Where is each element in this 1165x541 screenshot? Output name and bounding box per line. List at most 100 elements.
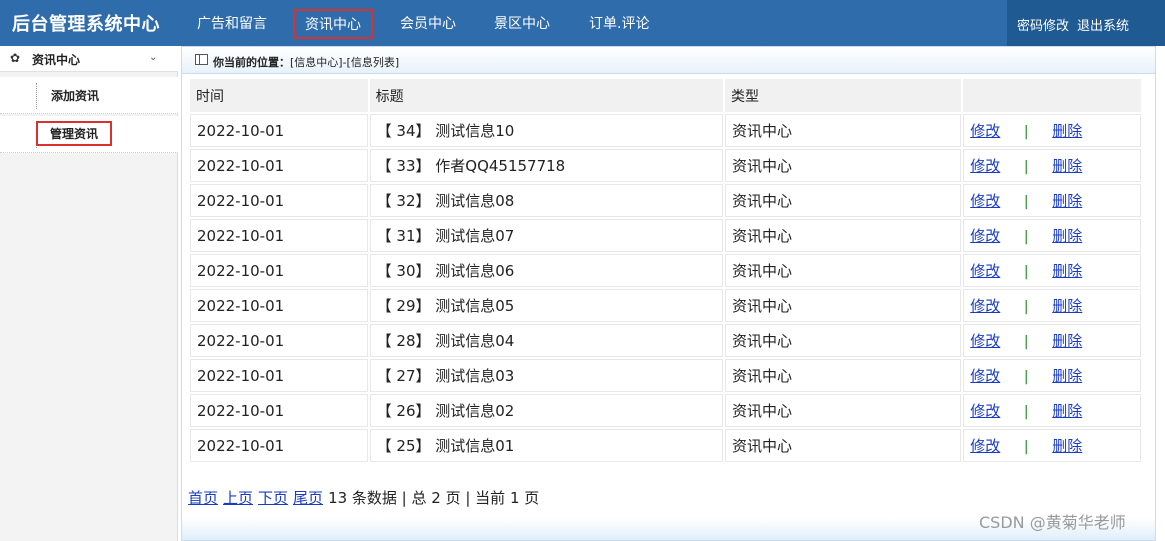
nav-scenic-center[interactable]: 景区中心 [494, 13, 550, 33]
edit-link[interactable]: 修改 [970, 437, 1000, 455]
top-right-actions: 密码修改 退出系统 [1007, 0, 1165, 46]
sidebar-group-label: 资讯中心 [32, 53, 81, 67]
change-password-link[interactable]: 密码修改 [1017, 15, 1069, 34]
cell-actions: 修改 | 删除 [963, 289, 1141, 322]
edit-link[interactable]: 修改 [970, 192, 1000, 210]
breadcrumb: 你当前的位置：[信息中心]-[信息列表] [182, 47, 1155, 74]
action-separator: | [1023, 404, 1029, 420]
delete-link[interactable]: 删除 [1052, 157, 1082, 175]
cell-title: 【 29】 测试信息05 [369, 289, 723, 322]
breadcrumb-prefix: 你当前的位置： [213, 56, 290, 69]
cell-date: 2022-10-01 [190, 114, 368, 147]
delete-link[interactable]: 删除 [1052, 437, 1082, 455]
edit-link[interactable]: 修改 [970, 227, 1000, 245]
cell-actions: 修改 | 删除 [963, 324, 1141, 357]
action-separator: | [1023, 159, 1029, 175]
cell-title: 【 34】 测试信息10 [369, 114, 723, 147]
action-separator: | [1023, 124, 1029, 140]
table-row: 2022-10-01 【 26】 测试信息02 资讯中心 修改 | 删除 [190, 394, 1141, 427]
tree-line [36, 83, 37, 109]
cell-type: 资讯中心 [724, 219, 962, 252]
cell-title: 【 31】 测试信息07 [369, 219, 723, 252]
table-row: 2022-10-01 【 31】 测试信息07 资讯中心 修改 | 删除 [190, 219, 1141, 252]
table-row: 2022-10-01 【 29】 测试信息05 资讯中心 修改 | 删除 [190, 289, 1141, 322]
edit-link[interactable]: 修改 [970, 332, 1000, 350]
cell-title: 【 30】 测试信息06 [369, 254, 723, 287]
pager-last-link[interactable]: 尾页 [293, 489, 323, 507]
cell-type: 资讯中心 [724, 114, 962, 147]
sidebar-item-label: 管理资讯 [36, 121, 113, 146]
cell-type: 资讯中心 [724, 359, 962, 392]
cell-title: 【 25】 测试信息01 [369, 429, 723, 462]
pagination: 首页 上页 下页 尾页 13 条数据 | 总 2 页 | 当前 1 页 [188, 487, 539, 508]
cell-date: 2022-10-01 [190, 429, 368, 462]
table-header-row: 时间 标题 类型 [190, 79, 1141, 112]
cell-date: 2022-10-01 [190, 149, 368, 182]
cell-title: 【 27】 测试信息03 [369, 359, 723, 392]
cell-title: 【 28】 测试信息04 [369, 324, 723, 357]
column-header-type: 类型 [724, 79, 962, 112]
logout-link[interactable]: 退出系统 [1077, 15, 1129, 34]
nav-member-center[interactable]: 会员中心 [400, 13, 456, 33]
edit-link[interactable]: 修改 [970, 122, 1000, 140]
edit-link[interactable]: 修改 [970, 297, 1000, 315]
main-content: 你当前的位置：[信息中心]-[信息列表] 时间 标题 类型 2022-10-01… [181, 46, 1156, 541]
cell-date: 2022-10-01 [190, 359, 368, 392]
edit-link[interactable]: 修改 [970, 367, 1000, 385]
action-separator: | [1023, 334, 1029, 350]
sidebar-group-header[interactable]: ✿ 资讯中心 ⌄ [0, 46, 178, 72]
delete-link[interactable]: 删除 [1052, 402, 1082, 420]
top-bar: 后台管理系统中心 广告和留言 资讯中心 会员中心 景区中心 订单.评论 密码修改… [0, 0, 1165, 46]
cell-type: 资讯中心 [724, 394, 962, 427]
action-separator: | [1023, 439, 1029, 455]
table-row: 2022-10-01 【 27】 测试信息03 资讯中心 修改 | 删除 [190, 359, 1141, 392]
delete-link[interactable]: 删除 [1052, 122, 1082, 140]
pager-first-link[interactable]: 首页 [188, 489, 218, 507]
table-row: 2022-10-01 【 25】 测试信息01 资讯中心 修改 | 删除 [190, 429, 1141, 462]
action-separator: | [1023, 194, 1029, 210]
action-separator: | [1023, 369, 1029, 385]
sidebar-item-add-news[interactable]: 添加资讯 [0, 77, 178, 114]
cell-title: 【 26】 测试信息02 [369, 394, 723, 427]
cell-title: 【 33】 作者QQ45157718 [369, 149, 723, 182]
cell-actions: 修改 | 删除 [963, 429, 1141, 462]
delete-link[interactable]: 删除 [1052, 227, 1082, 245]
edit-link[interactable]: 修改 [970, 262, 1000, 280]
pager-prev-link[interactable]: 上页 [223, 489, 253, 507]
delete-link[interactable]: 删除 [1052, 192, 1082, 210]
document-icon [195, 54, 208, 65]
delete-link[interactable]: 删除 [1052, 367, 1082, 385]
sidebar: ✿ 资讯中心 ⌄ 添加资讯 管理资讯 [0, 46, 178, 541]
cell-actions: 修改 | 删除 [963, 254, 1141, 287]
chevron-down-icon[interactable]: ⌄ [149, 52, 157, 63]
cell-date: 2022-10-01 [190, 184, 368, 217]
edit-link[interactable]: 修改 [970, 157, 1000, 175]
pager-summary: 13 条数据 | 总 2 页 | 当前 1 页 [328, 489, 540, 507]
cell-type: 资讯中心 [724, 149, 962, 182]
cell-actions: 修改 | 删除 [963, 184, 1141, 217]
table-row: 2022-10-01 【 34】 测试信息10 资讯中心 修改 | 删除 [190, 114, 1141, 147]
breadcrumb-text: 你当前的位置：[信息中心]-[信息列表] [213, 54, 399, 70]
nav-news-center[interactable]: 资讯中心 [293, 9, 373, 39]
cell-title: 【 32】 测试信息08 [369, 184, 723, 217]
table-row: 2022-10-01 【 33】 作者QQ45157718 资讯中心 修改 | 删除 [190, 149, 1141, 182]
nav-ads-messages[interactable]: 广告和留言 [197, 13, 267, 33]
action-separator: | [1023, 229, 1029, 245]
edit-link[interactable]: 修改 [970, 402, 1000, 420]
column-header-title: 标题 [369, 79, 723, 112]
action-separator: | [1023, 264, 1029, 280]
cell-actions: 修改 | 删除 [963, 114, 1141, 147]
sidebar-item-manage-news[interactable]: 管理资讯 [0, 116, 178, 153]
cell-actions: 修改 | 删除 [963, 219, 1141, 252]
pager-next-link[interactable]: 下页 [258, 489, 288, 507]
delete-link[interactable]: 删除 [1052, 332, 1082, 350]
delete-link[interactable]: 删除 [1052, 262, 1082, 280]
gear-icon: ✿ [10, 51, 21, 65]
cell-date: 2022-10-01 [190, 324, 368, 357]
nav-orders-reviews[interactable]: 订单.评论 [589, 13, 649, 33]
news-table: 时间 标题 类型 2022-10-01 【 34】 测试信息10 资讯中心 修改 | 删除… [188, 77, 1143, 464]
delete-link[interactable]: 删除 [1052, 297, 1082, 315]
action-separator: | [1023, 299, 1029, 315]
cell-date: 2022-10-01 [190, 254, 368, 287]
breadcrumb-path: [信息中心]-[信息列表] [290, 56, 400, 69]
